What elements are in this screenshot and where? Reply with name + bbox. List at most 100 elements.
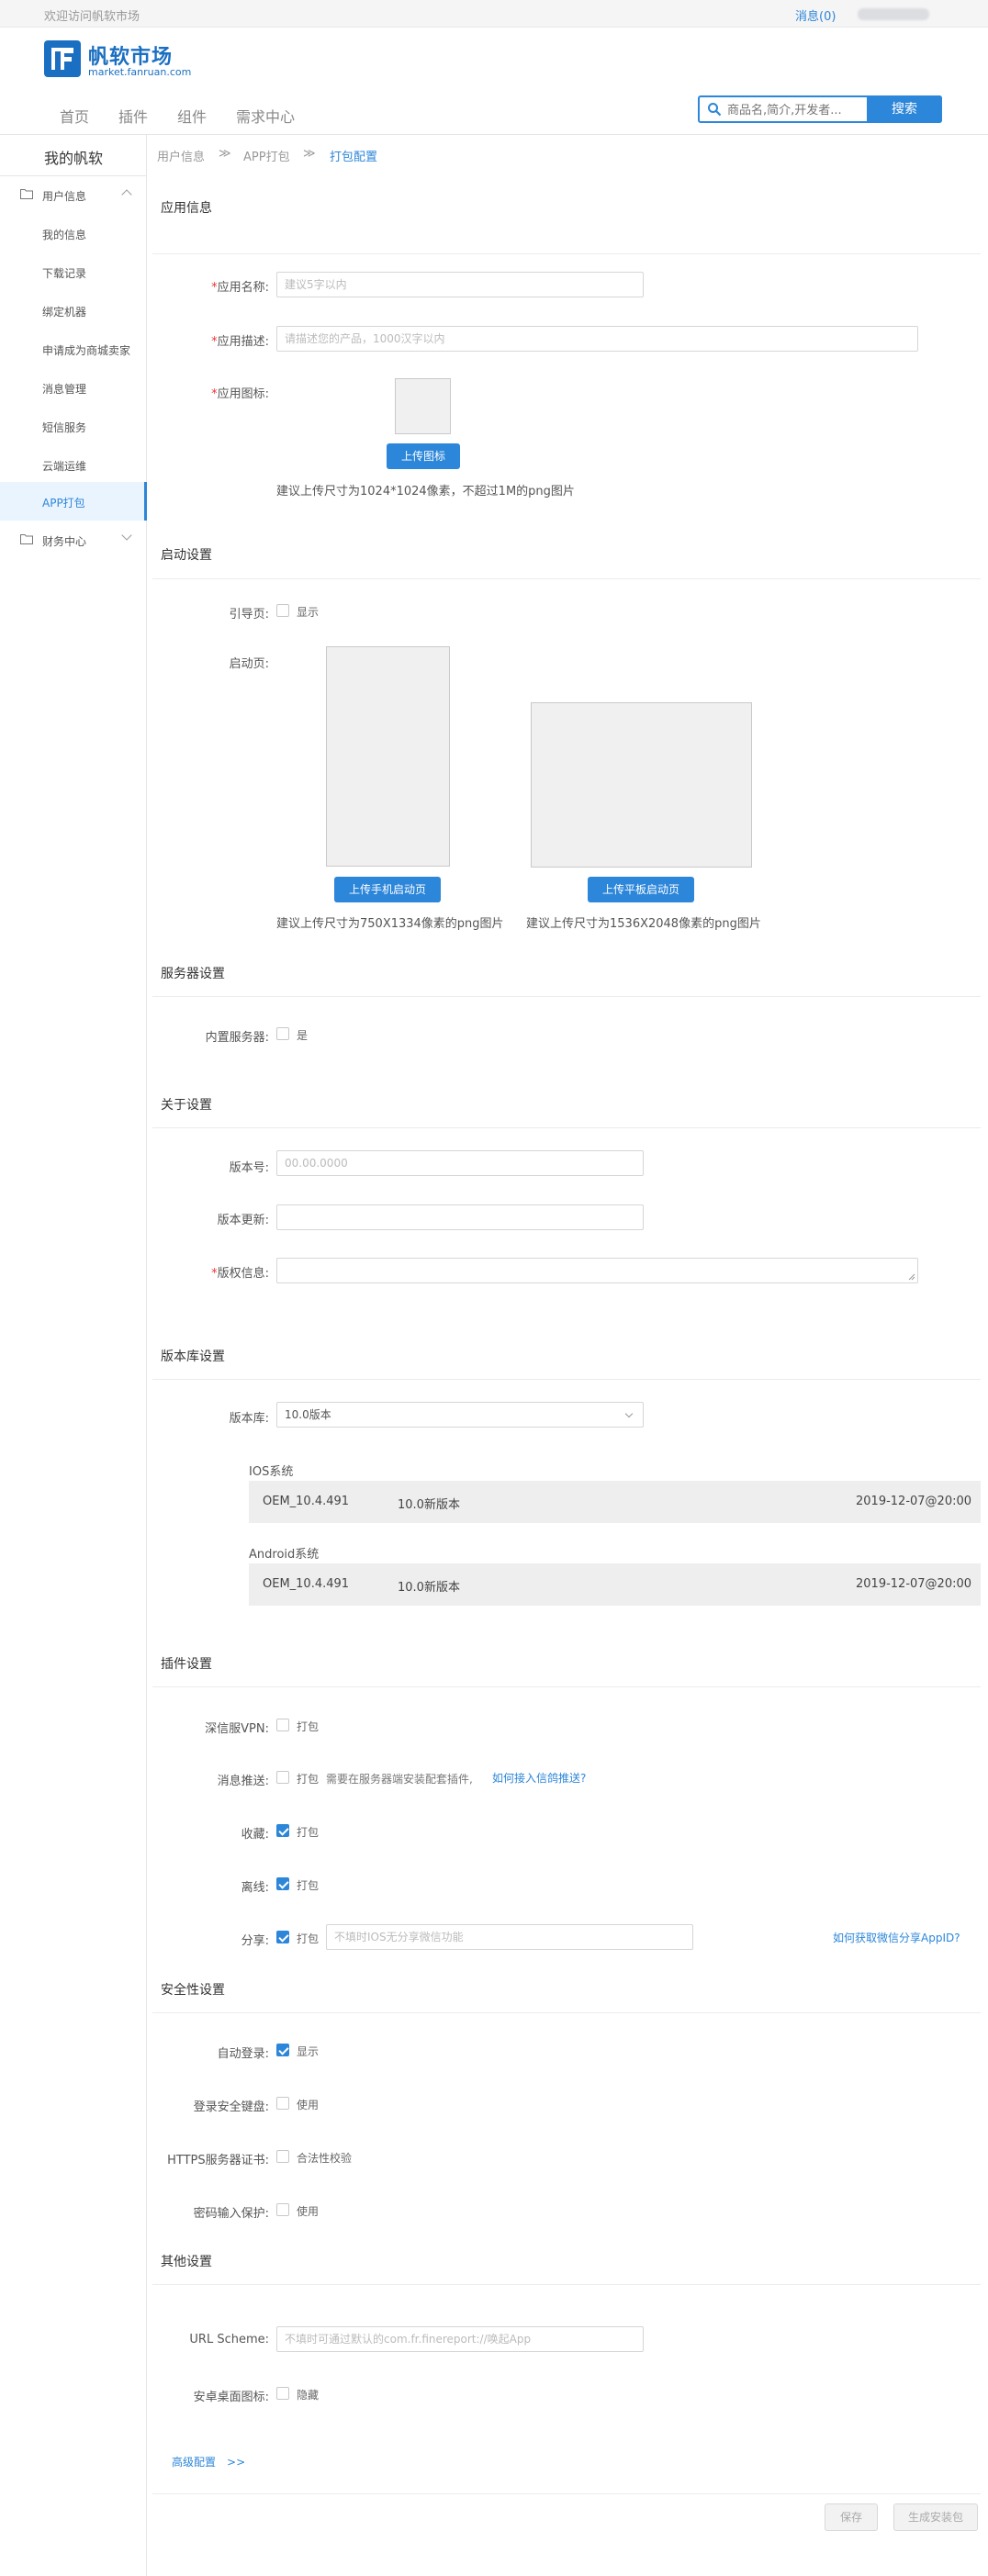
app-icon-label: *应用图标:	[211, 387, 269, 401]
nav-home[interactable]: 首页	[60, 105, 89, 127]
desktop-icon-label: 安卓桌面图标:	[193, 2391, 269, 2404]
sidebar-divider	[0, 175, 147, 176]
push-option: 打包	[297, 1773, 320, 1786]
section-title-server: 服务器设置	[161, 967, 225, 981]
favorite-label: 收藏:	[241, 1828, 269, 1842]
sidebar-group-label: 用户信息	[42, 190, 87, 203]
sidebar-item-sms[interactable]: 短信服务	[0, 409, 147, 443]
search-button[interactable]: 搜索	[867, 95, 942, 123]
save-button[interactable]: 保存	[825, 2503, 878, 2531]
share-checkbox[interactable]	[276, 1931, 289, 1943]
section-title-other: 其他设置	[161, 2255, 212, 2269]
autologin-checkbox[interactable]	[276, 2044, 289, 2056]
section-divider	[152, 996, 981, 997]
version-update-label: 版本更新:	[217, 1214, 269, 1227]
guide-page-option: 显示	[297, 606, 320, 619]
welcome-text: 欢迎访问帆软市场	[44, 10, 140, 24]
repo-select-value: 10.0版本	[285, 1408, 331, 1421]
sidebar-item-label: 绑定机器	[42, 306, 87, 319]
breadcrumb-current: 打包配置	[330, 151, 378, 164]
section-title-security: 安全性设置	[161, 1983, 225, 1998]
share-appid-input[interactable]: 不填时IOS无分享微信功能	[326, 1924, 693, 1950]
secure-keyboard-option: 使用	[297, 2099, 320, 2111]
password-protect-checkbox[interactable]	[276, 2203, 289, 2216]
upload-icon-button[interactable]: 上传图标	[387, 443, 460, 469]
advanced-config-link[interactable]: 高级配置 >>	[172, 2454, 245, 2470]
android-date: 2019-12-07@20:00	[856, 1577, 972, 1591]
search-input[interactable]	[727, 100, 856, 120]
push-help-link[interactable]: 如何接入信鸽推送?	[492, 1770, 586, 1786]
search-box: 搜索	[698, 95, 942, 123]
push-label: 消息推送:	[217, 1775, 269, 1788]
https-cert-checkbox[interactable]	[276, 2150, 289, 2163]
pad-splash-hint: 建议上传尺寸为1536X2048像素的png图片	[526, 917, 761, 931]
repo-select[interactable]: 10.0版本	[276, 1402, 644, 1428]
sidebar-item-app-pack[interactable]: APP打包	[0, 482, 147, 521]
android-version: 10.0新版本	[398, 1581, 460, 1595]
breadcrumb-user-info[interactable]: 用户信息	[157, 147, 205, 164]
ios-version-row[interactable]: OEM_10.4.491 10.0新版本 2019-12-07@20:00	[249, 1481, 981, 1523]
share-option: 打包	[297, 1932, 320, 1945]
offline-checkbox[interactable]	[276, 1877, 289, 1890]
secure-keyboard-label: 登录安全键盘:	[193, 2100, 269, 2114]
upload-phone-splash-button[interactable]: 上传手机启动页	[334, 877, 441, 902]
ios-date: 2019-12-07@20:00	[856, 1495, 972, 1508]
sidebar-item-my-info[interactable]: 我的信息	[0, 216, 147, 251]
guide-page-checkbox[interactable]	[276, 604, 289, 617]
breadcrumb-app-pack[interactable]: APP打包	[243, 147, 290, 164]
push-note: 需要在服务器端安装配套插件,	[326, 1773, 473, 1786]
desktop-icon-option: 隐藏	[297, 2389, 320, 2402]
nav-demand-center[interactable]: 需求中心	[236, 105, 295, 127]
nav-components[interactable]: 组件	[177, 105, 207, 127]
share-appid-help-link[interactable]: 如何获取微信分享AppID?	[833, 1930, 960, 1945]
sidebar-group-user-info[interactable]: 用户信息	[0, 177, 147, 212]
nav-plugins[interactable]: 插件	[118, 105, 148, 127]
section-divider	[152, 1686, 981, 1687]
messages-link[interactable]: 消息(0)	[795, 6, 836, 24]
upload-pad-splash-button[interactable]: 上传平板启动页	[588, 877, 694, 902]
offline-option: 打包	[297, 1879, 320, 1892]
sidebar-group-finance[interactable]: 财务中心	[0, 522, 147, 557]
chevron-down-icon	[121, 530, 132, 541]
desktop-icon-checkbox[interactable]	[276, 2387, 289, 2400]
copyright-textarea[interactable]	[276, 1258, 918, 1283]
ios-oem: OEM_10.4.491	[263, 1495, 350, 1508]
sidebar-item-bind-machine[interactable]: 绑定机器	[0, 293, 147, 328]
password-protect-label: 密码输入保护:	[193, 2207, 269, 2221]
sidebar-item-label: 我的信息	[42, 229, 87, 241]
sidebar-group-label: 财务中心	[42, 535, 87, 548]
fanruan-logo-icon[interactable]	[44, 40, 81, 77]
builtin-server-checkbox[interactable]	[276, 1027, 289, 1040]
ios-version: 10.0新版本	[398, 1498, 460, 1512]
top-bar: 欢迎访问帆软市场 消息(0)	[0, 0, 988, 28]
repo-label: 版本库:	[229, 1412, 269, 1426]
sidebar-item-cloud-ops[interactable]: 云端运维	[0, 447, 147, 482]
section-title-repo: 版本库设置	[161, 1350, 225, 1364]
app-desc-input[interactable]: 请描述您的产品，1000汉字以内	[276, 326, 918, 352]
section-divider	[152, 578, 981, 579]
secure-keyboard-checkbox[interactable]	[276, 2097, 289, 2110]
favorite-checkbox[interactable]	[276, 1824, 289, 1837]
sidebar-item-label: 云端运维	[42, 460, 87, 473]
vpn-checkbox[interactable]	[276, 1719, 289, 1731]
url-scheme-input[interactable]: 不填时可通过默认的com.fr.finereport://唤起App	[276, 2326, 644, 2352]
username-blurred[interactable]	[858, 8, 929, 20]
resize-grip-icon[interactable]	[908, 1273, 915, 1281]
pad-splash-preview	[531, 702, 752, 868]
app-name-input[interactable]: 建议5字以内	[276, 272, 644, 297]
version-input[interactable]: 00.00.0000	[276, 1150, 644, 1176]
icon-hint: 建议上传尺寸为1024*1024像素，不超过1M的png图片	[276, 485, 575, 498]
app-name-label: *应用名称:	[211, 281, 269, 295]
builtin-server-label: 内置服务器:	[205, 1031, 269, 1045]
section-title-startup: 启动设置	[161, 548, 212, 563]
push-checkbox[interactable]	[276, 1771, 289, 1784]
breadcrumb-separator-icon: ≫	[303, 147, 316, 161]
sidebar-item-label: APP打包	[42, 497, 85, 510]
version-update-input[interactable]	[276, 1204, 644, 1230]
build-package-button[interactable]: 生成安装包	[893, 2503, 978, 2531]
phone-splash-preview	[326, 646, 450, 867]
ios-title: IOS系统	[249, 1465, 294, 1479]
section-divider	[152, 2284, 981, 2285]
android-version-row[interactable]: OEM_10.4.491 10.0新版本 2019-12-07@20:00	[249, 1563, 981, 1606]
password-protect-option: 使用	[297, 2205, 320, 2218]
